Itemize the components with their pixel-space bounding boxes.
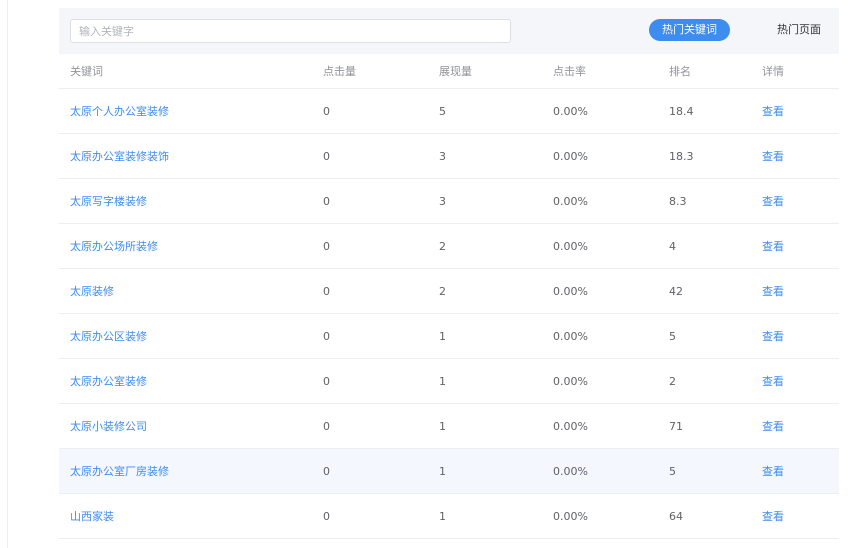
view-detail-link[interactable]: 查看	[762, 359, 784, 403]
clicks-value: 0	[323, 104, 330, 118]
clicks-value: 0	[323, 239, 330, 253]
column-header-clicks: 点击量	[323, 65, 356, 78]
table-row: 太原办公区装修 0 1 0.00% 5 查看	[59, 314, 839, 359]
table-row: 太原办公室厂房装修 0 1 0.00% 5 查看	[59, 449, 839, 494]
table-row: 太原个人办公室装修 0 5 0.00% 18.4 查看	[59, 89, 839, 134]
views-value: 5	[439, 104, 446, 118]
keyword-link[interactable]: 山西家装	[70, 494, 114, 538]
ctr-value: 0.00%	[553, 464, 588, 478]
keyword-panel: 热门关键词 热门页面 关键词 点击量 展现量 点击率 排名 详情 太原个人办公室…	[59, 8, 839, 548]
views-value: 1	[439, 509, 446, 523]
ctr-value: 0.00%	[553, 194, 588, 208]
clicks-value: 0	[323, 419, 330, 433]
clicks-value: 0	[323, 509, 330, 523]
rank-value: 8.3	[669, 194, 687, 208]
column-header-rank: 排名	[669, 65, 691, 78]
rank-value: 18.3	[669, 149, 694, 163]
view-detail-link[interactable]: 查看	[762, 224, 784, 268]
column-header-ctr: 点击率	[553, 65, 586, 78]
table-header-row: 关键词 点击量 展现量 点击率 排名 详情	[59, 54, 839, 89]
views-value: 2	[439, 284, 446, 298]
rank-value: 5	[669, 464, 676, 478]
rank-value: 5	[669, 329, 676, 343]
view-detail-link[interactable]: 查看	[762, 494, 784, 538]
ctr-value: 0.00%	[553, 104, 588, 118]
view-detail-link[interactable]: 查看	[762, 269, 784, 313]
keyword-link[interactable]: 太原办公室厂房装修	[70, 449, 169, 493]
left-divider	[7, 0, 8, 548]
clicks-value: 0	[323, 464, 330, 478]
views-value: 3	[439, 194, 446, 208]
keyword-link[interactable]: 太原装修	[70, 269, 114, 313]
rank-value: 71	[669, 419, 683, 433]
table-body: 太原个人办公室装修 0 5 0.00% 18.4 查看 太原办公室装修装饰 0 3 0.00% 18…	[59, 89, 839, 539]
ctr-value: 0.00%	[553, 419, 588, 433]
table-row: 太原办公室装修装饰 0 3 0.00% 18.3 查看	[59, 134, 839, 179]
table-row: 太原办公场所装修 0 2 0.00% 4 查看	[59, 224, 839, 269]
keyword-link[interactable]: 太原写字楼装修	[70, 179, 147, 223]
column-header-keyword: 关键词	[70, 65, 103, 78]
toolbar: 热门关键词 热门页面	[59, 8, 839, 54]
keyword-link[interactable]: 太原办公场所装修	[70, 224, 158, 268]
clicks-value: 0	[323, 374, 330, 388]
views-value: 3	[439, 149, 446, 163]
table-row: 太原办公室装修 0 1 0.00% 2 查看	[59, 359, 839, 404]
search-input[interactable]	[70, 19, 511, 43]
clicks-value: 0	[323, 284, 330, 298]
view-detail-link[interactable]: 查看	[762, 404, 784, 448]
table-row: 太原小装修公司 0 1 0.00% 71 查看	[59, 404, 839, 449]
view-detail-link[interactable]: 查看	[762, 134, 784, 178]
views-value: 2	[439, 239, 446, 253]
keyword-link[interactable]: 太原小装修公司	[70, 404, 147, 448]
clicks-value: 0	[323, 194, 330, 208]
ctr-value: 0.00%	[553, 374, 588, 388]
ctr-value: 0.00%	[553, 149, 588, 163]
ctr-value: 0.00%	[553, 329, 588, 343]
tab-hot-keywords[interactable]: 热门关键词	[649, 19, 730, 41]
view-detail-link[interactable]: 查看	[762, 89, 784, 133]
views-value: 1	[439, 374, 446, 388]
table-row: 太原装修 0 2 0.00% 42 查看	[59, 269, 839, 314]
clicks-value: 0	[323, 149, 330, 163]
column-header-views: 展现量	[439, 65, 472, 78]
rank-value: 42	[669, 284, 683, 298]
column-header-detail: 详情	[762, 65, 784, 78]
view-detail-link[interactable]: 查看	[762, 314, 784, 358]
rank-value: 18.4	[669, 104, 694, 118]
table-row: 山西家装 0 1 0.00% 64 查看	[59, 494, 839, 539]
ctr-value: 0.00%	[553, 509, 588, 523]
table-row: 太原写字楼装修 0 3 0.00% 8.3 查看	[59, 179, 839, 224]
tab-hot-pages[interactable]: 热门页面	[759, 19, 839, 41]
keyword-link[interactable]: 太原个人办公室装修	[70, 89, 169, 133]
rank-value: 4	[669, 239, 676, 253]
ctr-value: 0.00%	[553, 239, 588, 253]
view-detail-link[interactable]: 查看	[762, 179, 784, 223]
views-value: 1	[439, 419, 446, 433]
views-value: 1	[439, 464, 446, 478]
view-detail-link[interactable]: 查看	[762, 449, 784, 493]
ctr-value: 0.00%	[553, 284, 588, 298]
keyword-link[interactable]: 太原办公区装修	[70, 314, 147, 358]
views-value: 1	[439, 329, 446, 343]
keyword-link[interactable]: 太原办公室装修	[70, 359, 147, 403]
keyword-link[interactable]: 太原办公室装修装饰	[70, 134, 169, 178]
rank-value: 64	[669, 509, 683, 523]
keyword-table: 关键词 点击量 展现量 点击率 排名 详情 太原个人办公室装修 0 5 0.00% 18…	[59, 54, 839, 539]
clicks-value: 0	[323, 329, 330, 343]
rank-value: 2	[669, 374, 676, 388]
